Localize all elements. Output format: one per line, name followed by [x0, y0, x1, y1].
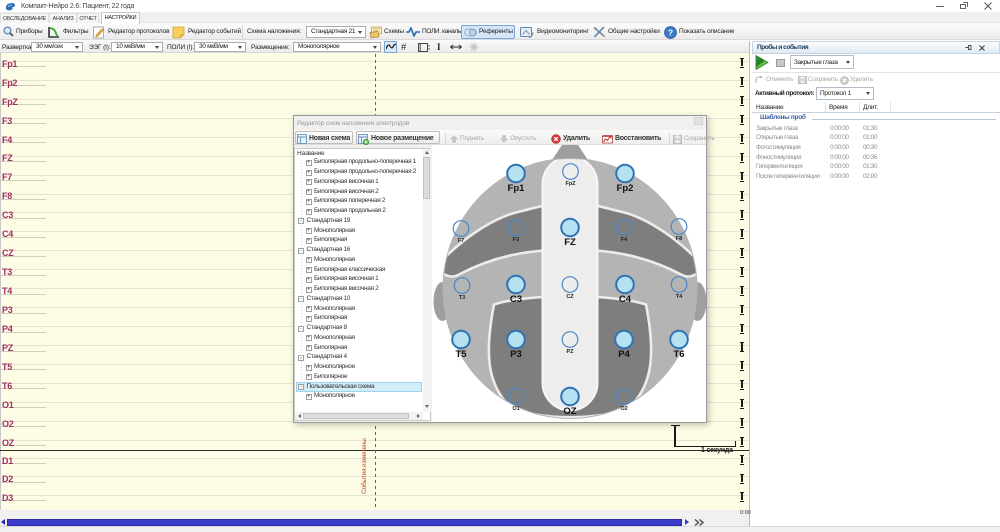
svg-text:F3: F3 — [513, 237, 519, 243]
svg-text:P4: P4 — [618, 349, 630, 360]
svg-text:C3: C3 — [510, 294, 522, 305]
svg-text:Fp2: Fp2 — [617, 183, 634, 194]
svg-text:C4: C4 — [619, 294, 632, 305]
svg-text:O1: O1 — [512, 406, 519, 412]
svg-text:F4: F4 — [621, 237, 628, 243]
svg-text:Fp1: Fp1 — [508, 183, 526, 194]
svg-text:T6: T6 — [673, 349, 684, 360]
svg-text:PZ: PZ — [566, 349, 574, 355]
svg-text:F8: F8 — [676, 236, 682, 242]
svg-text:O2: O2 — [620, 406, 627, 412]
svg-text:CZ: CZ — [566, 294, 574, 300]
svg-text:?: ? — [668, 27, 673, 37]
svg-text:FpZ: FpZ — [565, 181, 576, 187]
svg-text:OZ: OZ — [563, 406, 576, 417]
svg-text:FZ: FZ — [564, 237, 576, 248]
svg-text:F7: F7 — [458, 238, 464, 244]
svg-text:T4: T4 — [676, 294, 683, 300]
svg-text:T3: T3 — [459, 295, 465, 301]
svg-text:P3: P3 — [510, 349, 522, 360]
svg-text:T5: T5 — [455, 349, 467, 360]
